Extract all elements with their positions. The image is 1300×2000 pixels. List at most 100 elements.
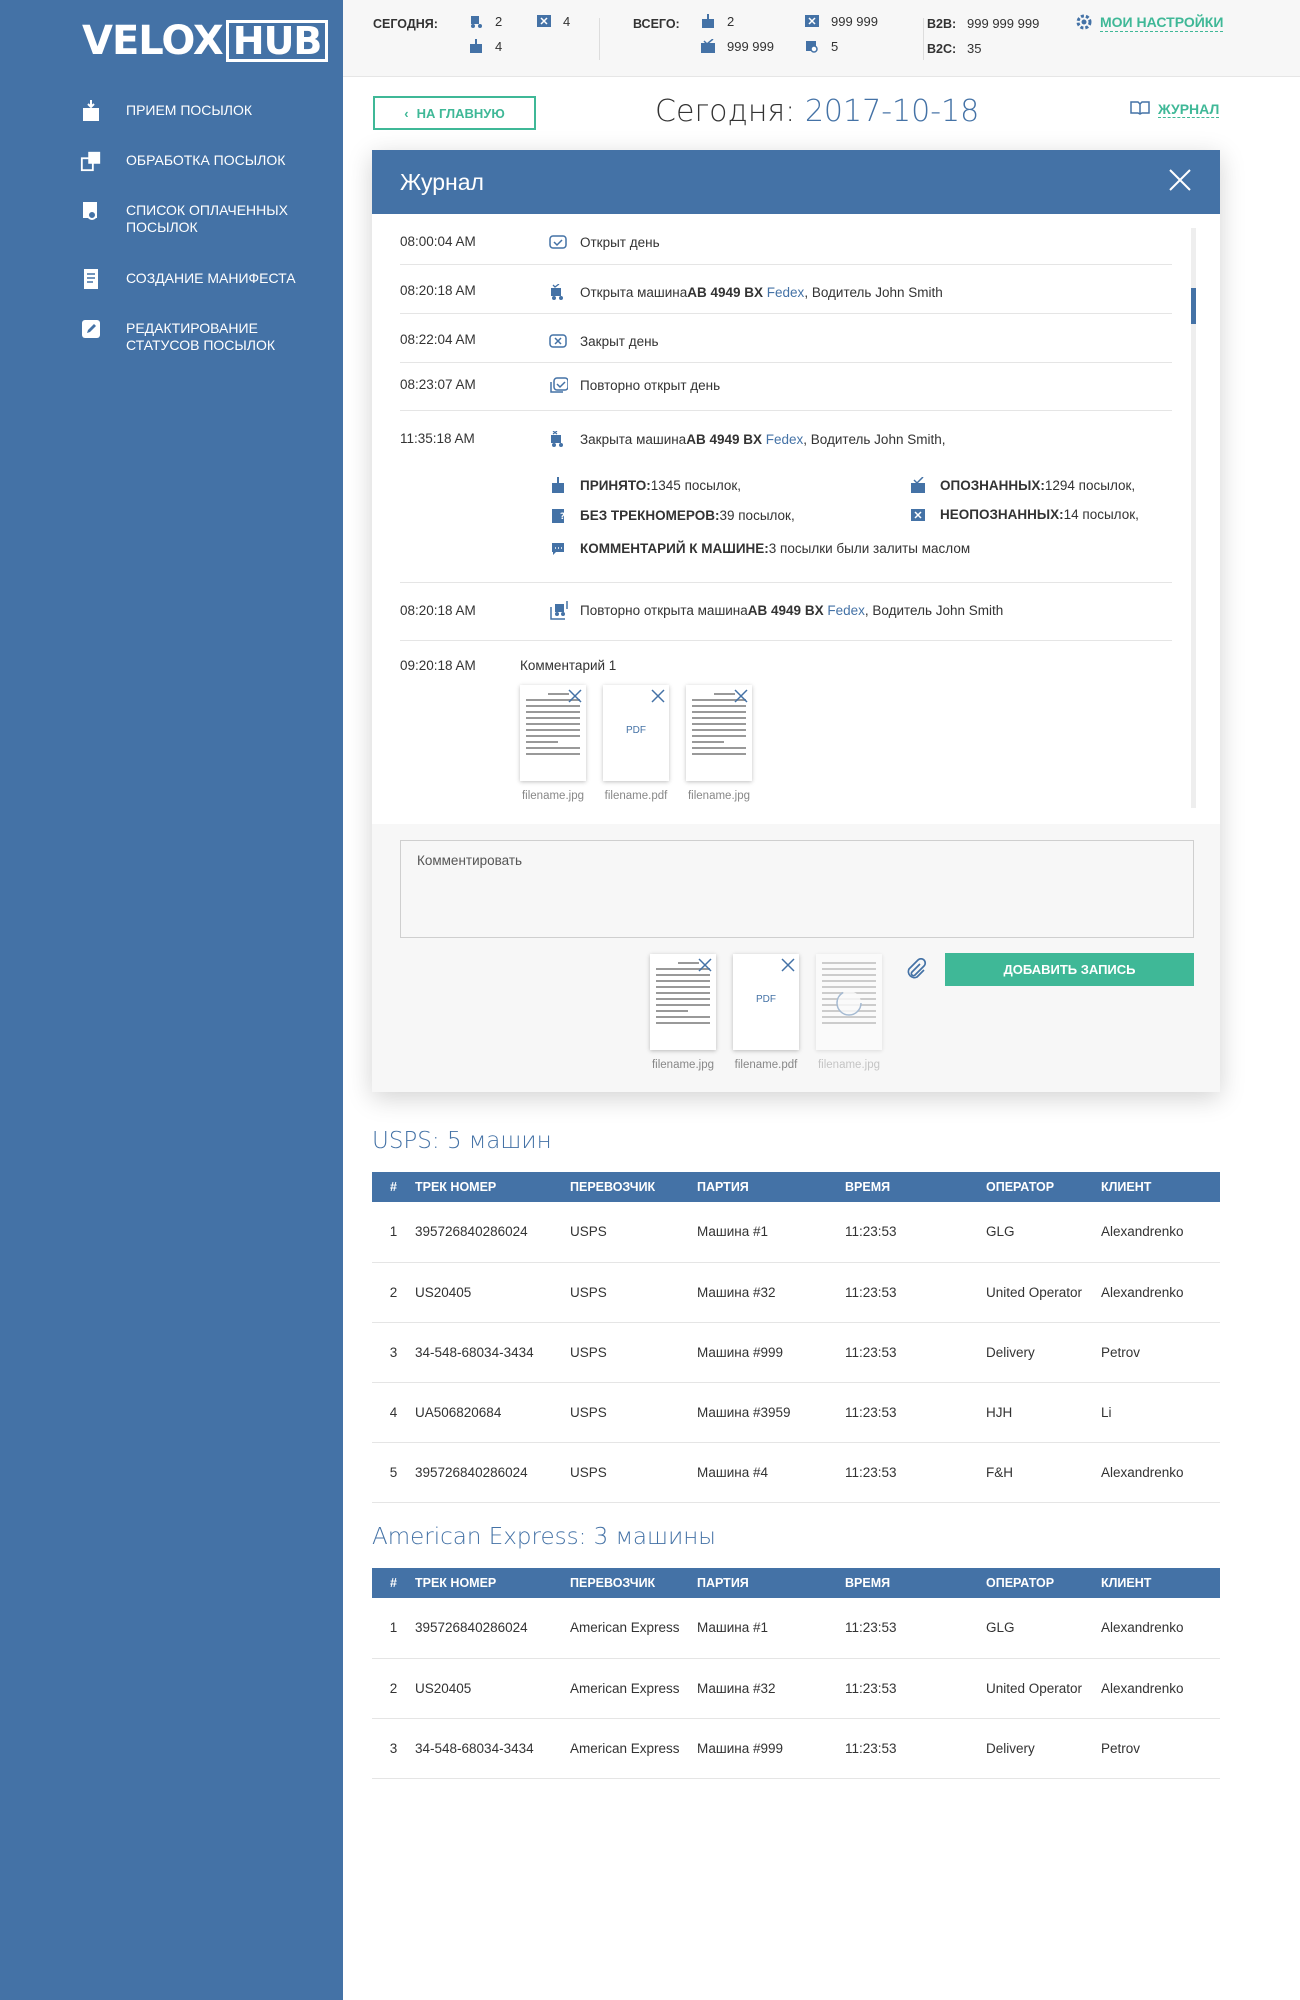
attachment-filename[interactable]: filename.jpg: [686, 790, 752, 802]
sidebar-item-manifest[interactable]: СОЗДАНИЕ МАНИФЕСТА: [80, 269, 326, 291]
stat-comment: КОММЕНТАРИЙ К МАШИНЕ: 3 посылки были зал…: [548, 541, 970, 556]
entry-time: 08:00:04 AM: [400, 234, 476, 249]
page-title: Сегодня: 2017-10-18: [655, 94, 979, 129]
table-row[interactable]: 2 US20405 USPS Машина #32 11:23:53 United Ope…: [372, 1262, 1220, 1323]
total-label: ВСЕГО:: [633, 17, 680, 31]
col-client[interactable]: КЛИЕНТ: [1101, 1568, 1220, 1598]
attachment[interactable]: filename.jpg: [520, 685, 586, 802]
journal-link-label: ЖУРНАЛ: [1158, 100, 1220, 118]
carrier-link[interactable]: Fedex: [827, 603, 865, 618]
calendar-x-icon: [548, 331, 568, 351]
col-client[interactable]: КЛИЕНТ: [1101, 1172, 1220, 1202]
table-row[interactable]: 5 395726840286024 USPS Машина #4 11:23:53 F&H…: [372, 1442, 1220, 1503]
loading-spinner-icon: [834, 988, 864, 1023]
journal-list[interactable]: 08:00:04 AM Открыт день 08:20:18 AM Откр…: [372, 214, 1220, 824]
truck-close-icon: [548, 429, 568, 449]
entry-text: Комментарий 1: [520, 658, 617, 673]
col-number[interactable]: #: [372, 1568, 415, 1598]
entry-time: 08:20:18 AM: [400, 283, 476, 298]
comment-input[interactable]: Комментировать: [400, 840, 1194, 938]
logo[interactable]: VELOX HUB: [82, 18, 329, 64]
today-prefix: Сегодня:: [655, 94, 796, 129]
today-accepted-stat: 4: [469, 39, 502, 54]
scrollbar[interactable]: [1191, 228, 1196, 808]
close-icon[interactable]: [1168, 168, 1192, 197]
attachment-filename[interactable]: filename.pdf: [733, 1059, 799, 1071]
paperclip-icon[interactable]: [905, 957, 927, 985]
box-coin-icon: [805, 39, 819, 53]
pending-attachment[interactable]: filename.jpg: [650, 954, 716, 1071]
document-thumbnail[interactable]: [650, 954, 716, 1050]
sidebar-item-processing[interactable]: ОБРАБОТКА ПОСЫЛОК: [80, 151, 326, 173]
table-row[interactable]: 3 34-548-68034-3434 American Express Машина…: [372, 1718, 1220, 1779]
add-record-button[interactable]: ДОБАВИТЬ ЗАПИСЬ: [945, 953, 1194, 986]
col-batch[interactable]: ПАРТИЯ: [697, 1568, 845, 1598]
amex-section-title: American Express: 3 машины: [372, 1524, 716, 1550]
box-in-icon: [469, 39, 483, 53]
sidebar-item-edit-status[interactable]: РЕДАКТИРОВАНИЕ СТАТУСОВ ПОСЫЛОК: [80, 320, 326, 354]
remove-attachment-icon[interactable]: [734, 689, 748, 708]
today-label: СЕГОДНЯ:: [373, 17, 438, 31]
modal-title: Журнал: [400, 168, 484, 195]
col-time[interactable]: ВРЕМЯ: [845, 1568, 986, 1598]
book-icon: [1130, 100, 1150, 118]
document-thumbnail[interactable]: [686, 685, 752, 781]
table-row[interactable]: 3 34-548-68034-3434 USPS Машина #999 11:23:5…: [372, 1322, 1220, 1383]
table-row[interactable]: 1 395726840286024 USPS Машина #1 11:23:53 GLG…: [372, 1202, 1220, 1263]
box-x-icon: [537, 14, 551, 28]
col-batch[interactable]: ПАРТИЯ: [697, 1172, 845, 1202]
total-accepted-stat: 2: [701, 14, 734, 29]
entry-time: 08:22:04 AM: [400, 332, 476, 347]
entry-time: 08:23:07 AM: [400, 377, 476, 392]
attachment-filename[interactable]: filename.pdf: [603, 790, 669, 802]
table-header-row: # ТРЕК НОМЕР ПЕРЕВОЗЧИК ПАРТИЯ ВРЕМЯ ОПЕ…: [372, 1568, 1220, 1598]
pdf-icon: PDF: [756, 994, 776, 1005]
sidebar: VELOX HUB ПРИЕМ ПОСЫЛОК ОБРАБОТКА ПОСЫЛО…: [0, 0, 343, 2000]
table-row[interactable]: 1 395726840286024 American Express Машина #…: [372, 1598, 1220, 1659]
journal-link[interactable]: ЖУРНАЛ: [1130, 100, 1220, 118]
remove-attachment-icon[interactable]: [568, 689, 582, 708]
settings-link[interactable]: МОИ НАСТРОЙКИ: [1100, 14, 1224, 32]
attachment-filename[interactable]: filename.jpg: [650, 1059, 716, 1071]
carrier-link[interactable]: Fedex: [767, 285, 805, 300]
remove-attachment-icon[interactable]: [651, 689, 665, 708]
document-thumbnail[interactable]: [520, 685, 586, 781]
table-row[interactable]: 2 US20405 American Express Машина #32 11:23:…: [372, 1658, 1220, 1719]
attachment[interactable]: PDF filename.pdf: [603, 685, 669, 802]
table-row[interactable]: 4 UA506820684 USPS Машина #3959 11:23:53 HJH L…: [372, 1382, 1220, 1443]
remove-attachment-icon[interactable]: [781, 958, 795, 977]
col-number[interactable]: #: [372, 1172, 415, 1202]
pdf-thumbnail[interactable]: PDF: [733, 954, 799, 1050]
total-identified-stat: 999 999: [701, 38, 774, 54]
remove-attachment-icon[interactable]: [698, 958, 712, 977]
sidebar-item-label: СПИСОК ОПЛАЧЕННЫХ ПОСЫЛОК: [126, 202, 288, 235]
sidebar-item-paid-list[interactable]: СПИСОК ОПЛАЧЕННЫХ ПОСЫЛОК: [80, 202, 326, 236]
back-to-home-button[interactable]: ‹ НА ГЛАВНУЮ: [373, 96, 536, 130]
attachment[interactable]: filename.jpg: [686, 685, 752, 802]
edit-status-icon: [80, 317, 102, 341]
col-track[interactable]: ТРЕК НОМЕР: [415, 1172, 570, 1202]
col-operator[interactable]: ОПЕРАТОР: [986, 1568, 1101, 1598]
sidebar-item-label: СОЗДАНИЕ МАНИФЕСТА: [126, 270, 296, 286]
total-paid-stat: 5: [805, 39, 838, 54]
attachment-filename[interactable]: filename.jpg: [520, 790, 586, 802]
box-in-icon: [80, 99, 102, 123]
col-time[interactable]: ВРЕМЯ: [845, 1172, 986, 1202]
col-carrier[interactable]: ПЕРЕВОЗЧИК: [570, 1172, 697, 1202]
scrollbar-thumb[interactable]: [1191, 288, 1196, 324]
col-carrier[interactable]: ПЕРЕВОЗЧИК: [570, 1568, 697, 1598]
carrier-link[interactable]: Fedex: [766, 432, 804, 447]
b2c-stat: B2C: 35: [927, 41, 982, 56]
col-operator[interactable]: ОПЕРАТОР: [986, 1172, 1101, 1202]
entry-time: 09:20:18 AM: [400, 658, 476, 673]
pdf-thumbnail[interactable]: PDF: [603, 685, 669, 781]
total-unknown-stat: 999 999: [805, 14, 878, 29]
pending-attachment-list: filename.jpg PDF filename.pdf filename.j…: [650, 954, 899, 1071]
truck-open-icon: [548, 282, 568, 302]
col-track[interactable]: ТРЕК НОМЕР: [415, 1568, 570, 1598]
pending-attachment[interactable]: PDF filename.pdf: [733, 954, 799, 1071]
today-date: 2017-10-18: [804, 94, 980, 129]
sidebar-item-receive[interactable]: ПРИЕМ ПОСЫЛОК: [80, 99, 326, 123]
gear-icon: [1075, 13, 1093, 36]
today-trucks-stat: 2: [469, 14, 502, 29]
